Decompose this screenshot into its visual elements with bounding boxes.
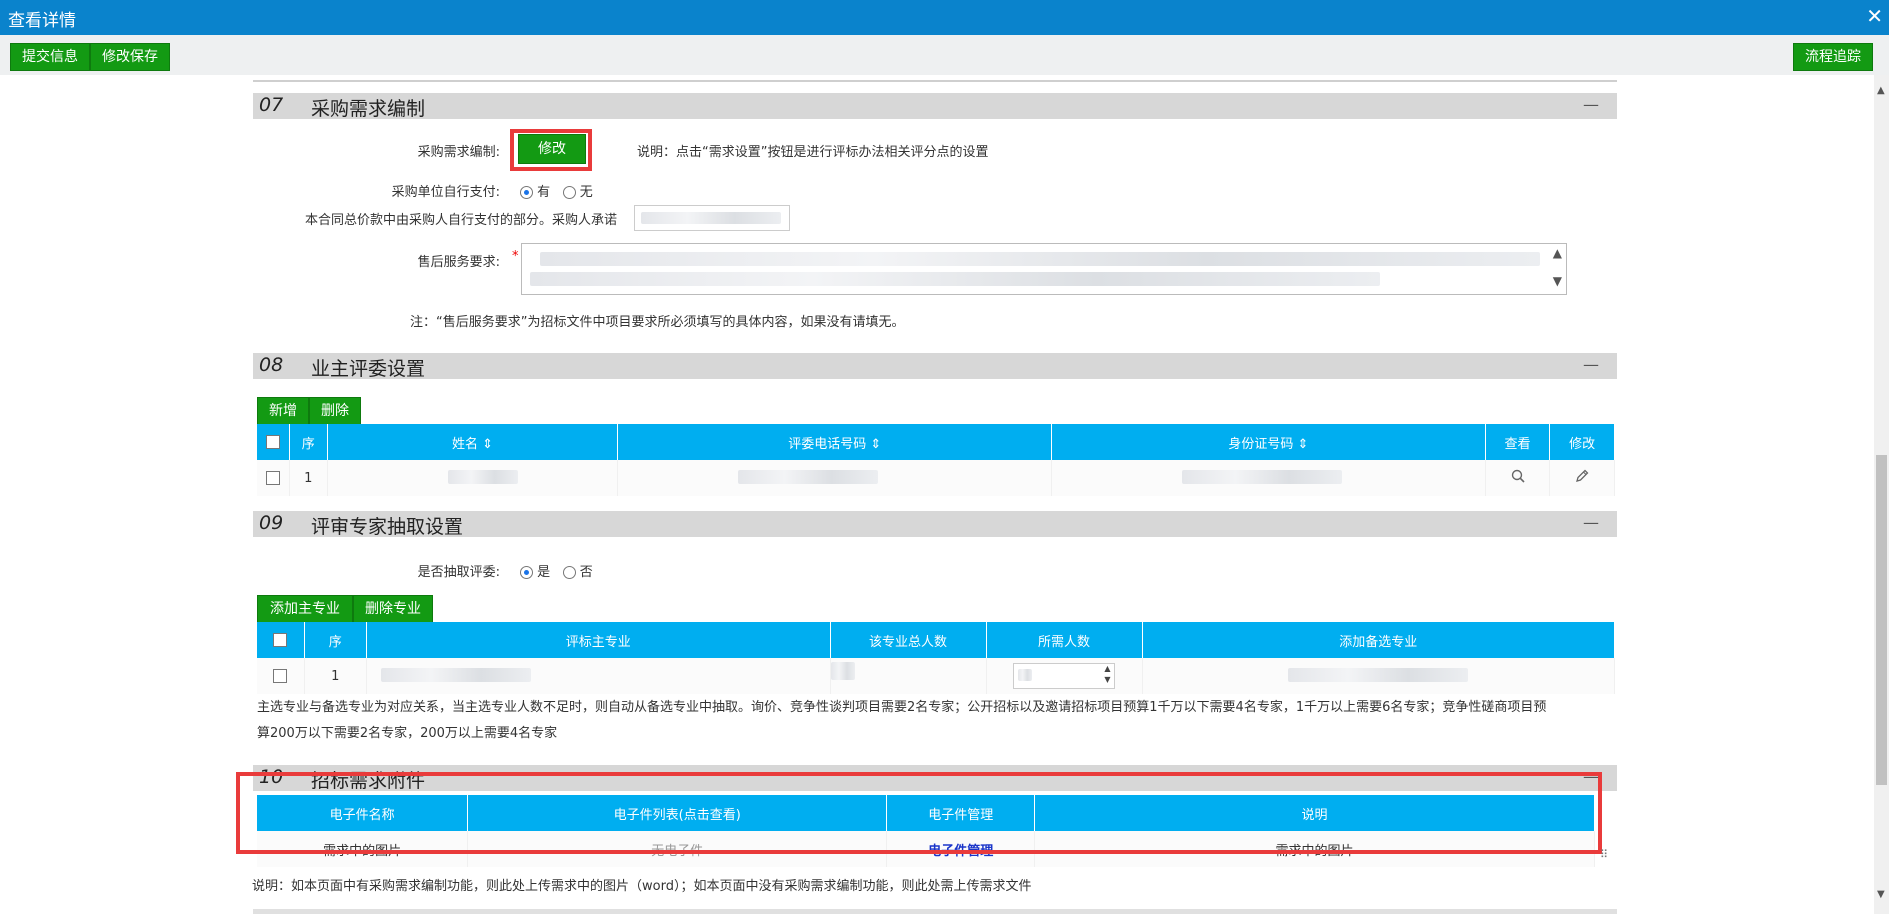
aftersale-label: 售后服务要求: bbox=[417, 255, 500, 270]
delete-owner-judge-button[interactable]: 删除 bbox=[309, 397, 361, 425]
self-pay-no-label: 无 bbox=[579, 185, 593, 200]
collapse-icon[interactable]: — bbox=[1583, 95, 1599, 114]
section-number: 08 bbox=[259, 354, 284, 376]
row-select-cell bbox=[257, 658, 305, 694]
phone-cell bbox=[617, 460, 1053, 496]
col-index: 序 bbox=[304, 622, 367, 658]
collapse-icon[interactable]: — bbox=[1583, 513, 1599, 532]
col-needed-count: 所需人数 bbox=[986, 622, 1143, 658]
owner-judge-table: 序 姓名 ⇕ 评委电话号码 ⇕ 身份证号码 ⇕ 查看 修改 1 bbox=[257, 424, 1615, 496]
col-name[interactable]: 姓名 ⇕ bbox=[327, 424, 619, 460]
table-row: 1 ▲ ▼ bbox=[257, 658, 1615, 694]
table-header-row: 序 评标主专业 该专业总人数 所需人数 添加备选专业 bbox=[257, 622, 1615, 658]
row-index: 1 bbox=[304, 658, 367, 694]
col-phone[interactable]: 评委电话号码 ⇕ bbox=[617, 424, 1053, 460]
row-select-cell bbox=[257, 460, 290, 496]
required-mark: * bbox=[512, 249, 519, 264]
id-number-cell bbox=[1051, 460, 1486, 496]
add-owner-judge-button[interactable]: 新增 bbox=[257, 397, 309, 425]
section-title: 评审专家抽取设置 bbox=[311, 516, 464, 538]
col-edit: 修改 bbox=[1549, 424, 1615, 460]
section-08-header[interactable]: 08 业主评委设置 — bbox=[253, 353, 1617, 380]
process-trace-button[interactable]: 流程追踪 bbox=[1793, 43, 1873, 71]
select-all-checkbox[interactable] bbox=[265, 435, 280, 449]
table-row: 1 bbox=[257, 460, 1615, 496]
aftersale-note: 注：“售后服务要求”为招标文件中项目要求所必须填写的具体内容，如果没有请填无。 bbox=[410, 315, 905, 330]
alt-major-cell bbox=[1142, 658, 1615, 694]
resize-grip-icon[interactable]: ⠿ bbox=[1600, 848, 1608, 861]
highlight-box-attachments bbox=[236, 772, 1602, 854]
stepper-down-icon[interactable]: ▼ bbox=[1104, 675, 1110, 684]
col-main-major: 评标主专业 bbox=[366, 622, 831, 658]
draw-judges-label: 是否抽取评委: bbox=[417, 565, 500, 580]
save-changes-button[interactable]: 修改保存 bbox=[90, 43, 170, 71]
title-bar: 查看详情 ✕ bbox=[0, 0, 1889, 35]
collapse-icon[interactable]: — bbox=[1583, 355, 1599, 374]
scroll-down-arrow-icon[interactable]: ▼ bbox=[1877, 889, 1885, 900]
col-major-total: 该专业总人数 bbox=[830, 622, 987, 658]
contract-amount-input[interactable] bbox=[634, 205, 790, 231]
col-view: 查看 bbox=[1485, 424, 1551, 460]
section-07-header[interactable]: 07 采购需求编制 — bbox=[253, 93, 1617, 120]
submit-info-button[interactable]: 提交信息 bbox=[10, 43, 90, 71]
table-header-row: 序 姓名 ⇕ 评委电话号码 ⇕ 身份证号码 ⇕ 查看 修改 bbox=[257, 424, 1615, 460]
section-number: 09 bbox=[259, 512, 284, 534]
scroll-up-icon[interactable]: ▲ bbox=[1553, 246, 1562, 260]
edit-cell bbox=[1549, 460, 1615, 496]
attachment-note: 说明：如本页面中有采购需求编制功能，则此处上传需求中的图片（word）；如本页面… bbox=[252, 879, 1032, 894]
select-all-cell bbox=[257, 424, 290, 460]
expert-draw-table: 序 评标主专业 该专业总人数 所需人数 添加备选专业 1 ▲ ▼ bbox=[257, 622, 1615, 694]
previous-section-edge bbox=[253, 75, 1617, 82]
section-title: 业主评委设置 bbox=[311, 358, 426, 380]
expert-draw-note-line2: 算200万以下需要2名专家，200万以上需要4名专家 bbox=[257, 726, 558, 741]
scroll-down-icon[interactable]: ▼ bbox=[1553, 274, 1562, 288]
row-checkbox[interactable] bbox=[265, 471, 280, 485]
major-total-cell bbox=[830, 658, 987, 694]
col-add-alt-major: 添加备选专业 bbox=[1142, 622, 1615, 658]
demand-edit-label: 采购需求编制: bbox=[417, 145, 500, 160]
section-09-header[interactable]: 09 评审专家抽取设置 — bbox=[253, 511, 1617, 538]
add-main-major-button[interactable]: 添加主专业 bbox=[257, 595, 353, 623]
close-icon[interactable]: ✕ bbox=[1866, 4, 1883, 28]
select-all-cell bbox=[257, 622, 305, 658]
section-title: 采购需求编制 bbox=[311, 98, 426, 120]
delete-major-button[interactable]: 删除专业 bbox=[353, 595, 433, 623]
draw-no-label: 否 bbox=[579, 565, 593, 580]
main-major-cell bbox=[366, 658, 831, 694]
content-area: 07 采购需求编制 — 采购需求编制: 修改 说明：点击“需求设置”按钮是进行评… bbox=[0, 75, 1889, 914]
window-title: 查看详情 bbox=[8, 11, 76, 31]
scroll-up-arrow-icon[interactable]: ▲ bbox=[1877, 85, 1885, 96]
demand-edit-note: 说明：点击“需求设置”按钮是进行评标办法相关评分点的设置 bbox=[637, 145, 989, 160]
expert-draw-note-line1: 主选专业与备选专业为对应关系，当主选专业人数不足时，则自动从备选专业中抽取。询价… bbox=[257, 700, 1547, 715]
needed-count-stepper[interactable]: ▲ ▼ bbox=[1012, 663, 1115, 689]
col-id-number[interactable]: 身份证号码 ⇕ bbox=[1051, 424, 1486, 460]
next-section-edge bbox=[253, 909, 1617, 914]
draw-yes-radio[interactable] bbox=[520, 566, 533, 579]
row-checkbox[interactable] bbox=[273, 669, 288, 683]
aftersale-textarea[interactable]: ▲ ▼ bbox=[521, 243, 1567, 295]
self-pay-yes-radio[interactable] bbox=[520, 186, 533, 199]
vertical-scrollbar[interactable]: ▲ ▼ bbox=[1874, 75, 1889, 914]
draw-yes-label: 是 bbox=[537, 565, 551, 580]
self-pay-radios: 有 无 bbox=[520, 181, 593, 200]
view-cell bbox=[1485, 460, 1551, 496]
search-icon[interactable] bbox=[1510, 468, 1526, 484]
select-all-checkbox[interactable] bbox=[273, 633, 288, 647]
row-index: 1 bbox=[289, 460, 328, 496]
scrollbar-thumb[interactable] bbox=[1876, 455, 1887, 785]
self-pay-yes-label: 有 bbox=[537, 185, 551, 200]
pencil-icon[interactable] bbox=[1574, 468, 1590, 484]
needed-count-cell: ▲ ▼ bbox=[986, 658, 1143, 694]
stepper-up-icon[interactable]: ▲ bbox=[1104, 664, 1110, 673]
toolbar: 提交信息 修改保存 流程追踪 bbox=[0, 35, 1889, 75]
contract-self-pay-text: 本合同总价款中由采购人自行支付的部分。采购人承诺 bbox=[305, 213, 618, 228]
col-index: 序 bbox=[289, 424, 328, 460]
draw-judges-radios: 是 否 bbox=[520, 561, 593, 580]
draw-no-radio[interactable] bbox=[562, 566, 576, 579]
self-pay-no-radio[interactable] bbox=[562, 186, 576, 199]
demand-edit-button[interactable]: 修改 bbox=[518, 134, 586, 164]
name-cell bbox=[327, 460, 619, 496]
self-pay-label: 采购单位自行支付: bbox=[391, 185, 500, 200]
section-number: 07 bbox=[259, 94, 284, 116]
